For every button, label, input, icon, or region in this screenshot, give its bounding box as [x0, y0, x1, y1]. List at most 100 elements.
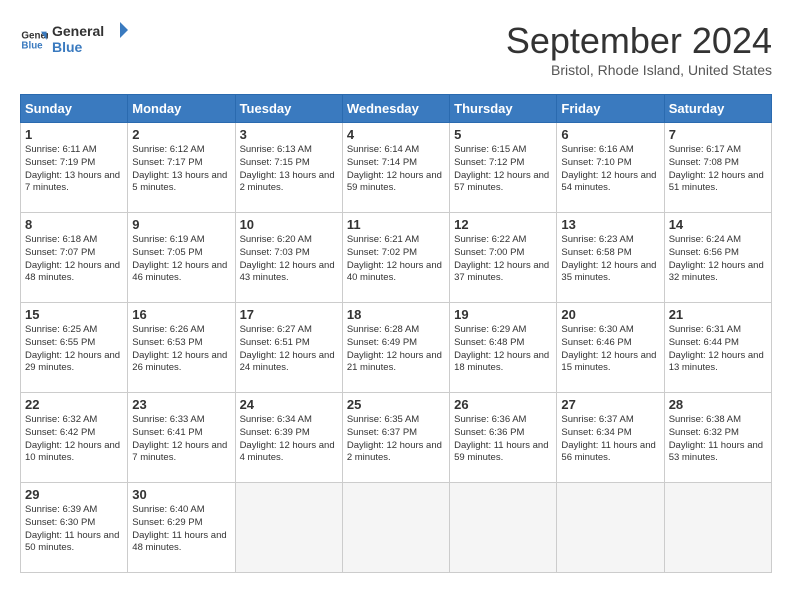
day-number-2: 2 — [132, 127, 230, 142]
day-number-10: 10 — [240, 217, 338, 232]
week-row-5: 29Sunrise: 6:39 AMSunset: 6:30 PMDayligh… — [21, 483, 772, 573]
empty-cell — [664, 483, 771, 573]
day-cell-17: 17 Sunrise: 6:27 AMSunset: 6:51 PMDayligh… — [235, 303, 342, 393]
day-details-17: Sunrise: 6:27 AMSunset: 6:51 PMDaylight:… — [240, 324, 338, 375]
day-number-12: 12 — [454, 217, 552, 232]
day-number-14: 14 — [669, 217, 767, 232]
day-number-7: 7 — [669, 127, 767, 142]
svg-text:Blue: Blue — [52, 39, 83, 55]
day-cell-7: 7 Sunrise: 6:17 AMSunset: 7:08 PMDaylight… — [664, 123, 771, 213]
day-cell-12: 12Sunrise: 6:22 AMSunset: 7:00 PMDayligh… — [450, 213, 557, 303]
logo: General Blue General Blue — [20, 20, 132, 61]
empty-cell — [557, 483, 664, 573]
day-details-22: Sunrise: 6:32 AMSunset: 6:42 PMDaylight:… — [25, 414, 123, 465]
day-cell-11: 11 Sunrise: 6:21 AMSunset: 7:02 PMDayligh… — [342, 213, 449, 303]
day-number-1: 1 — [25, 127, 123, 142]
day-cell-1: 1 Sunrise: 6:11 AMSunset: 7:19 PMDaylight… — [21, 123, 128, 213]
calendar-table: SundayMondayTuesdayWednesdayThursdayFrid… — [20, 94, 772, 573]
day-cell-19: 19 Sunrise: 6:29 AMSunset: 6:48 PMDayligh… — [450, 303, 557, 393]
day-cell-8: 8 Sunrise: 6:18 AMSunset: 7:07 PMDaylight… — [21, 213, 128, 303]
week-row-4: 22 Sunrise: 6:32 AMSunset: 6:42 PMDayligh… — [21, 393, 772, 483]
day-cell-9: 9 Sunrise: 6:19 AMSunset: 7:05 PMDaylight… — [128, 213, 235, 303]
day-number-26: 26 — [454, 397, 552, 412]
day-number-24: 24 — [240, 397, 338, 412]
day-cell-15: 15Sunrise: 6:25 AMSunset: 6:55 PMDayligh… — [21, 303, 128, 393]
svg-text:Blue: Blue — [21, 41, 43, 52]
title-section: September 2024 Bristol, Rhode Island, Un… — [506, 20, 772, 78]
day-cell-10: 10 Sunrise: 6:20 AMSunset: 7:03 PMDayligh… — [235, 213, 342, 303]
day-cell-4: 4 Sunrise: 6:14 AMSunset: 7:14 PMDaylight… — [342, 123, 449, 213]
day-details-27: Sunrise: 6:37 AMSunset: 6:34 PMDaylight:… — [561, 414, 659, 465]
day-details-14: Sunrise: 6:24 AMSunset: 6:56 PMDaylight:… — [669, 234, 767, 285]
day-cell-5: 5Sunrise: 6:15 AMSunset: 7:12 PMDaylight… — [450, 123, 557, 213]
day-cell-20: 20 Sunrise: 6:30 AMSunset: 6:46 PMDayligh… — [557, 303, 664, 393]
day-number-13: 13 — [561, 217, 659, 232]
day-details-11: Sunrise: 6:21 AMSunset: 7:02 PMDaylight:… — [347, 234, 445, 285]
day-cell-28: 28Sunrise: 6:38 AMSunset: 6:32 PMDayligh… — [664, 393, 771, 483]
day-details-1: Sunrise: 6:11 AMSunset: 7:19 PMDaylight:… — [25, 144, 123, 195]
day-details-24: Sunrise: 6:34 AMSunset: 6:39 PMDaylight:… — [240, 414, 338, 465]
day-number-22: 22 — [25, 397, 123, 412]
day-cell-24: 24 Sunrise: 6:34 AMSunset: 6:39 PMDayligh… — [235, 393, 342, 483]
weekday-header-friday: Friday — [557, 95, 664, 123]
day-number-20: 20 — [561, 307, 659, 322]
day-number-29: 29 — [25, 487, 123, 502]
day-cell-27: 27 Sunrise: 6:37 AMSunset: 6:34 PMDayligh… — [557, 393, 664, 483]
day-details-30: Sunrise: 6:40 AMSunset: 6:29 PMDaylight:… — [132, 504, 230, 555]
weekday-header-thursday: Thursday — [450, 95, 557, 123]
day-cell-30: 30 Sunrise: 6:40 AMSunset: 6:29 PMDayligh… — [128, 483, 235, 573]
day-number-9: 9 — [132, 217, 230, 232]
day-cell-13: 13Sunrise: 6:23 AMSunset: 6:58 PMDayligh… — [557, 213, 664, 303]
day-cell-23: 23 Sunrise: 6:33 AMSunset: 6:41 PMDayligh… — [128, 393, 235, 483]
day-details-25: Sunrise: 6:35 AMSunset: 6:37 PMDaylight:… — [347, 414, 445, 465]
weekday-header-monday: Monday — [128, 95, 235, 123]
day-cell-18: 18 Sunrise: 6:28 AMSunset: 6:49 PMDayligh… — [342, 303, 449, 393]
day-details-21: Sunrise: 6:31 AMSunset: 6:44 PMDaylight:… — [669, 324, 767, 375]
day-details-18: Sunrise: 6:28 AMSunset: 6:49 PMDaylight:… — [347, 324, 445, 375]
day-number-17: 17 — [240, 307, 338, 322]
day-details-19: Sunrise: 6:29 AMSunset: 6:48 PMDaylight:… — [454, 324, 552, 375]
day-details-3: Sunrise: 6:13 AMSunset: 7:15 PMDaylight:… — [240, 144, 338, 195]
day-number-6: 6 — [561, 127, 659, 142]
day-number-27: 27 — [561, 397, 659, 412]
day-cell-2: 2Sunrise: 6:12 AMSunset: 7:17 PMDaylight… — [128, 123, 235, 213]
day-number-4: 4 — [347, 127, 445, 142]
weekday-header-saturday: Saturday — [664, 95, 771, 123]
day-number-18: 18 — [347, 307, 445, 322]
week-row-3: 15Sunrise: 6:25 AMSunset: 6:55 PMDayligh… — [21, 303, 772, 393]
day-cell-22: 22 Sunrise: 6:32 AMSunset: 6:42 PMDayligh… — [21, 393, 128, 483]
weekday-header-row: SundayMondayTuesdayWednesdayThursdayFrid… — [21, 95, 772, 123]
day-cell-21: 21Sunrise: 6:31 AMSunset: 6:44 PMDayligh… — [664, 303, 771, 393]
day-number-19: 19 — [454, 307, 552, 322]
day-number-3: 3 — [240, 127, 338, 142]
empty-cell — [342, 483, 449, 573]
day-cell-25: 25 Sunrise: 6:35 AMSunset: 6:37 PMDayligh… — [342, 393, 449, 483]
day-number-23: 23 — [132, 397, 230, 412]
day-cell-6: 6Sunrise: 6:16 AMSunset: 7:10 PMDaylight… — [557, 123, 664, 213]
weekday-header-tuesday: Tuesday — [235, 95, 342, 123]
day-number-16: 16 — [132, 307, 230, 322]
day-number-25: 25 — [347, 397, 445, 412]
day-details-9: Sunrise: 6:19 AMSunset: 7:05 PMDaylight:… — [132, 234, 230, 285]
day-cell-3: 3 Sunrise: 6:13 AMSunset: 7:15 PMDaylight… — [235, 123, 342, 213]
month-title: September 2024 — [506, 20, 772, 62]
location-label: Bristol, Rhode Island, United States — [506, 62, 772, 78]
day-details-23: Sunrise: 6:33 AMSunset: 6:41 PMDaylight:… — [132, 414, 230, 465]
day-number-11: 11 — [347, 217, 445, 232]
day-cell-26: 26 Sunrise: 6:36 AMSunset: 6:36 PMDayligh… — [450, 393, 557, 483]
day-details-28: Sunrise: 6:38 AMSunset: 6:32 PMDaylight:… — [669, 414, 767, 465]
week-row-1: 1 Sunrise: 6:11 AMSunset: 7:19 PMDaylight… — [21, 123, 772, 213]
day-number-30: 30 — [132, 487, 230, 502]
day-details-8: Sunrise: 6:18 AMSunset: 7:07 PMDaylight:… — [25, 234, 123, 285]
svg-text:General: General — [52, 23, 104, 39]
empty-cell — [450, 483, 557, 573]
day-details-16: Sunrise: 6:26 AMSunset: 6:53 PMDaylight:… — [132, 324, 230, 375]
day-details-26: Sunrise: 6:36 AMSunset: 6:36 PMDaylight:… — [454, 414, 552, 465]
day-details-20: Sunrise: 6:30 AMSunset: 6:46 PMDaylight:… — [561, 324, 659, 375]
logo-text: General Blue — [52, 20, 132, 61]
day-details-7: Sunrise: 6:17 AMSunset: 7:08 PMDaylight:… — [669, 144, 767, 195]
day-details-10: Sunrise: 6:20 AMSunset: 7:03 PMDaylight:… — [240, 234, 338, 285]
day-number-5: 5 — [454, 127, 552, 142]
day-details-4: Sunrise: 6:14 AMSunset: 7:14 PMDaylight:… — [347, 144, 445, 195]
day-number-8: 8 — [25, 217, 123, 232]
